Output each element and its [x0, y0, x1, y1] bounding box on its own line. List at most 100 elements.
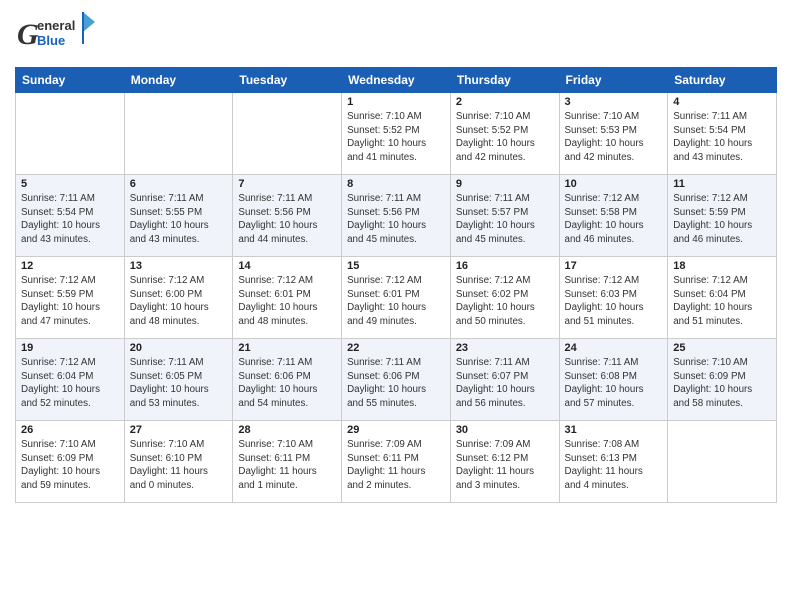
day-number: 14: [238, 260, 336, 272]
calendar-cell: 13 Sunrise: 7:12 AM Sunset: 6:00 PM Dayli…: [124, 257, 233, 339]
day-number: 29: [347, 424, 445, 436]
day-info: Sunrise: 7:11 AM Sunset: 5:55 PM Dayligh…: [130, 192, 228, 247]
day-number: 23: [456, 342, 554, 354]
day-number: 30: [456, 424, 554, 436]
day-number: 13: [130, 260, 228, 272]
calendar-cell: 14 Sunrise: 7:12 AM Sunset: 6:01 PM Dayli…: [233, 257, 342, 339]
day-number: 5: [21, 178, 119, 190]
calendar-cell: 2 Sunrise: 7:10 AM Sunset: 5:52 PM Daylig…: [450, 93, 559, 175]
day-number: 18: [673, 260, 771, 272]
day-number: 10: [565, 178, 663, 190]
calendar-cell: 9 Sunrise: 7:11 AM Sunset: 5:57 PM Daylig…: [450, 175, 559, 257]
day-header-wednesday: Wednesday: [342, 68, 451, 93]
day-number: 4: [673, 96, 771, 108]
day-info: Sunrise: 7:11 AM Sunset: 5:54 PM Dayligh…: [673, 110, 771, 165]
day-info: Sunrise: 7:11 AM Sunset: 5:57 PM Dayligh…: [456, 192, 554, 247]
day-info: Sunrise: 7:12 AM Sunset: 6:00 PM Dayligh…: [130, 274, 228, 329]
calendar-cell: 27 Sunrise: 7:10 AM Sunset: 6:10 PM Dayli…: [124, 421, 233, 503]
day-number: 25: [673, 342, 771, 354]
day-number: 15: [347, 260, 445, 272]
calendar-cell: 1 Sunrise: 7:10 AM Sunset: 5:52 PM Daylig…: [342, 93, 451, 175]
calendar-cell: [16, 93, 125, 175]
day-info: Sunrise: 7:11 AM Sunset: 6:08 PM Dayligh…: [565, 356, 663, 411]
day-number: 20: [130, 342, 228, 354]
calendar-week-row: 5Sunrise: 7:11 AM Sunset: 5:54 PM Daylig…: [16, 175, 777, 257]
calendar-cell: 18 Sunrise: 7:12 AM Sunset: 6:04 PM Dayli…: [668, 257, 777, 339]
day-number: 17: [565, 260, 663, 272]
calendar-week-row: 12 Sunrise: 7:12 AM Sunset: 5:59 PM Dayli…: [16, 257, 777, 339]
day-info: Sunrise: 7:11 AM Sunset: 6:06 PM Dayligh…: [347, 356, 445, 411]
day-info: Sunrise: 7:12 AM Sunset: 6:04 PM Dayligh…: [673, 274, 771, 329]
calendar-cell: 3 Sunrise: 7:10 AM Sunset: 5:53 PM Daylig…: [559, 93, 668, 175]
svg-text:G: G: [17, 18, 39, 51]
day-number: 28: [238, 424, 336, 436]
calendar-cell: 15 Sunrise: 7:12 AM Sunset: 6:01 PM Dayli…: [342, 257, 451, 339]
calendar-cell: 10 Sunrise: 7:12 AM Sunset: 5:58 PM Dayli…: [559, 175, 668, 257]
day-number: 27: [130, 424, 228, 436]
day-info: Sunrise: 7:12 AM Sunset: 5:59 PM Dayligh…: [21, 274, 119, 329]
main-container: G eneral Blue SundayMondayTuesdayWednesd…: [0, 0, 792, 612]
day-number: 24: [565, 342, 663, 354]
calendar-cell: 30 Sunrise: 7:09 AM Sunset: 6:12 PM Dayli…: [450, 421, 559, 503]
day-info: Sunrise: 7:12 AM Sunset: 5:58 PM Dayligh…: [565, 192, 663, 247]
day-info: Sunrise: 7:12 AM Sunset: 6:01 PM Dayligh…: [238, 274, 336, 329]
day-info: Sunrise: 7:11 AM Sunset: 6:05 PM Dayligh…: [130, 356, 228, 411]
calendar-cell: 22Sunrise: 7:11 AM Sunset: 6:06 PM Dayli…: [342, 339, 451, 421]
calendar-cell: 8 Sunrise: 7:11 AM Sunset: 5:56 PM Daylig…: [342, 175, 451, 257]
day-number: 31: [565, 424, 663, 436]
svg-text:eneral: eneral: [37, 18, 75, 33]
day-info: Sunrise: 7:09 AM Sunset: 6:12 PM Dayligh…: [456, 438, 554, 493]
day-number: 8: [347, 178, 445, 190]
calendar-cell: 12 Sunrise: 7:12 AM Sunset: 5:59 PM Dayli…: [16, 257, 125, 339]
logo-svg: G eneral Blue: [15, 10, 105, 54]
svg-text:Blue: Blue: [37, 33, 65, 48]
day-info: Sunrise: 7:10 AM Sunset: 5:52 PM Dayligh…: [456, 110, 554, 165]
day-number: 1: [347, 96, 445, 108]
day-header-friday: Friday: [559, 68, 668, 93]
calendar-week-row: 1 Sunrise: 7:10 AM Sunset: 5:52 PM Daylig…: [16, 93, 777, 175]
day-info: Sunrise: 7:11 AM Sunset: 6:07 PM Dayligh…: [456, 356, 554, 411]
day-info: Sunrise: 7:12 AM Sunset: 6:01 PM Dayligh…: [347, 274, 445, 329]
calendar-cell: 4 Sunrise: 7:11 AM Sunset: 5:54 PM Daylig…: [668, 93, 777, 175]
day-number: 2: [456, 96, 554, 108]
day-number: 12: [21, 260, 119, 272]
day-number: 26: [21, 424, 119, 436]
day-info: Sunrise: 7:10 AM Sunset: 6:11 PM Dayligh…: [238, 438, 336, 493]
day-number: 3: [565, 96, 663, 108]
calendar-cell: 31 Sunrise: 7:08 AM Sunset: 6:13 PM Dayli…: [559, 421, 668, 503]
day-info: Sunrise: 7:12 AM Sunset: 6:03 PM Dayligh…: [565, 274, 663, 329]
day-info: Sunrise: 7:10 AM Sunset: 5:53 PM Dayligh…: [565, 110, 663, 165]
calendar-cell: [124, 93, 233, 175]
calendar-table: SundayMondayTuesdayWednesdayThursdayFrid…: [15, 67, 777, 503]
calendar-cell: 21 Sunrise: 7:11 AM Sunset: 6:06 PM Dayli…: [233, 339, 342, 421]
day-number: 21: [238, 342, 336, 354]
day-info: Sunrise: 7:08 AM Sunset: 6:13 PM Dayligh…: [565, 438, 663, 493]
day-info: Sunrise: 7:11 AM Sunset: 5:56 PM Dayligh…: [238, 192, 336, 247]
day-info: Sunrise: 7:12 AM Sunset: 5:59 PM Dayligh…: [673, 192, 771, 247]
calendar-cell: 28 Sunrise: 7:10 AM Sunset: 6:11 PM Dayli…: [233, 421, 342, 503]
day-number: 6: [130, 178, 228, 190]
calendar-week-row: 19Sunrise: 7:12 AM Sunset: 6:04 PM Dayli…: [16, 339, 777, 421]
day-header-thursday: Thursday: [450, 68, 559, 93]
day-info: Sunrise: 7:10 AM Sunset: 6:09 PM Dayligh…: [21, 438, 119, 493]
calendar-cell: 5Sunrise: 7:11 AM Sunset: 5:54 PM Daylig…: [16, 175, 125, 257]
day-number: 9: [456, 178, 554, 190]
day-info: Sunrise: 7:10 AM Sunset: 6:10 PM Dayligh…: [130, 438, 228, 493]
calendar-cell: 7Sunrise: 7:11 AM Sunset: 5:56 PM Daylig…: [233, 175, 342, 257]
logo: G eneral Blue: [15, 10, 105, 59]
calendar-cell: 25Sunrise: 7:10 AM Sunset: 6:09 PM Dayli…: [668, 339, 777, 421]
calendar-cell: [233, 93, 342, 175]
day-number: 11: [673, 178, 771, 190]
day-info: Sunrise: 7:12 AM Sunset: 6:02 PM Dayligh…: [456, 274, 554, 329]
day-number: 16: [456, 260, 554, 272]
calendar-cell: 6 Sunrise: 7:11 AM Sunset: 5:55 PM Daylig…: [124, 175, 233, 257]
day-info: Sunrise: 7:12 AM Sunset: 6:04 PM Dayligh…: [21, 356, 119, 411]
day-header-monday: Monday: [124, 68, 233, 93]
day-info: Sunrise: 7:11 AM Sunset: 5:56 PM Dayligh…: [347, 192, 445, 247]
day-info: Sunrise: 7:10 AM Sunset: 5:52 PM Dayligh…: [347, 110, 445, 165]
header: G eneral Blue: [15, 10, 777, 59]
day-info: Sunrise: 7:11 AM Sunset: 6:06 PM Dayligh…: [238, 356, 336, 411]
calendar-cell: 20 Sunrise: 7:11 AM Sunset: 6:05 PM Dayli…: [124, 339, 233, 421]
day-info: Sunrise: 7:09 AM Sunset: 6:11 PM Dayligh…: [347, 438, 445, 493]
calendar-cell: 17 Sunrise: 7:12 AM Sunset: 6:03 PM Dayli…: [559, 257, 668, 339]
